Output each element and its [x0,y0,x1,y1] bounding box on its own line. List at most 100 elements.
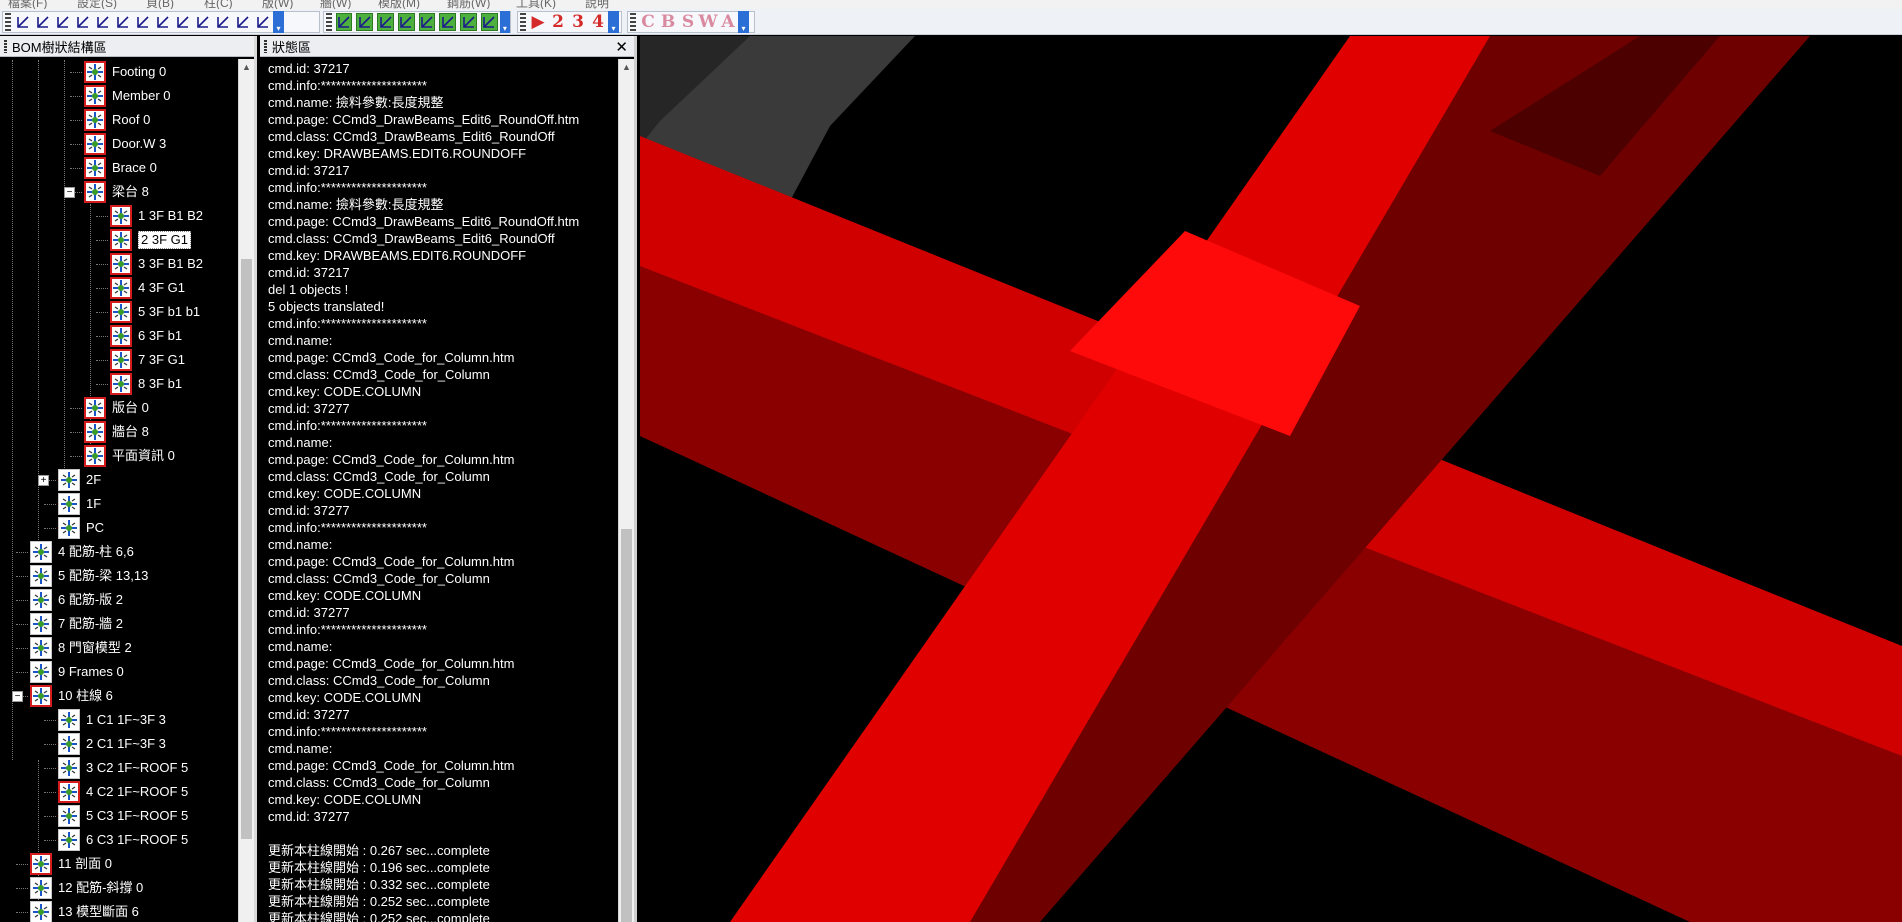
panel-grip[interactable] [264,39,267,53]
toolbar-button[interactable]: C [638,12,658,32]
member-tool-icon[interactable] [133,12,153,32]
scroll-up-arrow-icon[interactable]: ▲ [239,59,254,75]
beam-tool-icon[interactable] [33,12,53,32]
rebar-4-icon[interactable] [481,13,498,31]
panel-grip[interactable] [4,39,7,53]
tree-item[interactable]: +2F [0,468,237,492]
collapse-icon[interactable]: − [12,691,23,702]
tree-item[interactable]: 5 C3 1F~ROOF 5 [0,804,237,828]
expand-icon[interactable]: + [38,475,49,486]
collapse-icon[interactable]: − [64,187,75,198]
pin-tool-icon[interactable] [153,12,173,32]
viewport-canvas[interactable] [640,36,1902,922]
menu-item[interactable]: 頁(B) [146,0,174,9]
tree-item[interactable]: 4 C2 1F~ROOF 5 [0,780,237,804]
toolbar-button[interactable]: S [678,12,698,32]
tree-item[interactable]: 4 3F G1 [0,276,237,300]
fit-tool-icon[interactable] [173,12,193,32]
toolbar-button[interactable]: B [658,12,678,32]
tree-item[interactable]: 2 3F G1 [0,228,237,252]
status-line: cmd.name: 撿料參數:長度規整 [268,95,444,110]
toolbar-grip[interactable] [326,13,332,31]
tree-item[interactable]: − 梁台 8 [0,180,237,204]
tree-item[interactable]: 3 C2 1F~ROOF 5 [0,756,237,780]
tree-scrollbar[interactable]: ▲ [238,59,254,922]
scroll-up-arrow-icon[interactable]: ▲ [619,59,634,75]
tree-item[interactable]: 12 配筋-斜撐 0 [0,876,237,900]
toolbar-button[interactable]: 2 [548,12,568,32]
tree-item[interactable]: 2 C1 1F~3F 3 [0,732,237,756]
tree-item[interactable]: 13 模型斷面 6 [0,900,237,922]
tree-item[interactable]: 平面資訊 0 [0,444,237,468]
tree-item[interactable]: 1 C1 1F~3F 3 [0,708,237,732]
column-tool-icon[interactable] [13,12,33,32]
rebar-3-icon[interactable] [460,13,478,31]
menu-item[interactable]: 設定(S) [77,0,117,9]
tree-item[interactable]: 牆台 8 [0,420,237,444]
tree-item[interactable]: Brace 0 [0,156,237,180]
toolbar-button[interactable]: 3 [568,12,588,32]
tree-item[interactable]: 8 門窗模型 2 [0,636,237,660]
tree-item[interactable]: − 10 柱線 6 [0,684,237,708]
toolbar-grip[interactable] [5,13,11,31]
tree-item[interactable]: 6 3F b1 [0,324,237,348]
footing-tool-icon[interactable] [113,12,133,32]
tree-item[interactable]: PC [0,516,237,540]
3d-viewport[interactable] [640,36,1902,922]
tree-item[interactable]: Roof 0 [0,108,237,132]
menu-item[interactable]: 檔案(F) [8,0,47,9]
tree-item[interactable]: 7 3F G1 [0,348,237,372]
scroll-thumb[interactable] [621,529,632,922]
view-front-icon[interactable] [335,13,353,31]
toolbar-button[interactable]: ▶ [528,12,548,32]
menu-item[interactable]: 模版(M) [378,0,420,9]
tree-item[interactable]: Footing 0 [0,60,237,84]
toolbar-overflow-button[interactable]: ▾ [738,11,749,33]
menu-item[interactable]: 牆(W) [320,0,351,9]
close-icon[interactable]: ✕ [615,38,628,56]
view-side-icon[interactable] [377,13,394,31]
tree-item[interactable]: 7 配筋-牆 2 [0,612,237,636]
tree-item[interactable]: 1F [0,492,237,516]
tree-item[interactable]: 11 剖面 0 [0,852,237,876]
toolbar-overflow-button[interactable]: ▾ [608,11,619,33]
snap-tool-icon[interactable] [233,12,253,32]
cbswa-toolbar: C B S W A ▾ [627,11,755,33]
tree-item[interactable]: 5 3F b1 b1 [0,300,237,324]
tree-item[interactable]: Member 0 [0,84,237,108]
rebar-2-icon[interactable] [439,13,457,31]
tree-item[interactable]: 3 3F B1 B2 [0,252,237,276]
tree-item[interactable]: 5 配筋-梁 13,13 [0,564,237,588]
toolbar-grip[interactable] [630,13,636,31]
scroll-thumb[interactable] [241,259,252,839]
slab-tool-icon[interactable] [53,12,73,32]
tree-item[interactable]: 6 C3 1F~ROOF 5 [0,828,237,852]
tree-item[interactable]: 4 配筋-柱 6,6 [0,540,237,564]
menu-item[interactable]: 版(W) [262,0,293,9]
menu-item[interactable]: 柱(C) [204,0,233,9]
rebar-1-icon[interactable] [418,13,436,31]
status-scrollbar[interactable]: ▲ [618,59,634,922]
toolbar-button[interactable]: 4 [588,12,608,32]
view-back-icon[interactable] [356,13,374,31]
wall-tool-icon[interactable] [73,12,93,32]
menu-item[interactable]: 工具(K) [516,0,556,9]
rotate-icon[interactable] [397,13,415,31]
tree-item[interactable]: 版台 0 [0,396,237,420]
delete-tool-icon[interactable] [213,12,233,32]
toolbar-overflow-button[interactable]: ▾ [273,11,284,33]
toolbar-grip[interactable] [520,13,526,31]
tree-item[interactable]: Door.W 3 [0,132,237,156]
menu-item[interactable]: 說明 [585,0,609,9]
box-tool-icon[interactable] [193,12,213,32]
tree-item[interactable]: 6 配筋-版 2 [0,588,237,612]
tree-item[interactable]: 8 3F b1 [0,372,237,396]
tree-item[interactable]: 9 Frames 0 [0,660,237,684]
menu-item[interactable]: 鋼筋(W) [447,0,490,9]
fill-tool-icon[interactable] [253,12,273,32]
toolbar-button[interactable]: A [718,12,738,32]
toolbar-button[interactable]: W [698,12,718,32]
toolbar-overflow-button[interactable]: ▾ [499,11,510,33]
tree-item[interactable]: 1 3F B1 B2 [0,204,237,228]
brace-tool-icon[interactable] [93,12,113,32]
